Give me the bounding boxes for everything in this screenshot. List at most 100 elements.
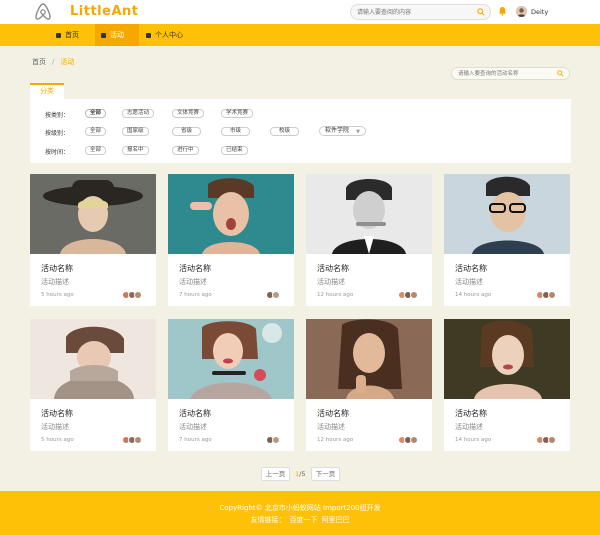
- search-icon[interactable]: [477, 8, 485, 16]
- card-timestamp: 12 hours ago: [317, 437, 354, 443]
- activity-photo[interactable]: [168, 174, 294, 254]
- activity-card[interactable]: 活动名称 活动描述 12 hours ago: [306, 174, 432, 306]
- footer: CopyRight© 北京市小蚂蚁网站 Import200组开发 友情链接： 百度…: [0, 491, 600, 535]
- activity-photo[interactable]: [444, 174, 570, 254]
- breadcrumb-home[interactable]: 首页: [32, 58, 46, 66]
- card-description: 活动描述: [41, 278, 69, 286]
- avatar: [410, 291, 418, 299]
- participant-avatars[interactable]: [260, 291, 286, 300]
- activity-photo[interactable]: [444, 319, 570, 399]
- filter-chip-level-all[interactable]: 全部: [85, 127, 107, 136]
- card-description: 活动描述: [317, 278, 345, 286]
- activity-search-input[interactable]: [458, 69, 553, 79]
- filter-chip-ended[interactable]: 已结束: [221, 146, 248, 155]
- participant-avatars[interactable]: [260, 436, 286, 445]
- activity-card[interactable]: 活动名称 活动描述 14 hours ago: [444, 174, 570, 306]
- card-timestamp: 12 hours ago: [317, 292, 354, 298]
- nav-item-personal-center[interactable]: 个人中心: [140, 24, 200, 46]
- filter-chip-ongoing[interactable]: 进行中: [172, 146, 199, 155]
- filter-chip-school[interactable]: 校级: [270, 127, 300, 136]
- card-title[interactable]: 活动名称: [317, 408, 349, 419]
- activity-card[interactable]: 活动名称 活动描述 5 hours ago: [30, 319, 156, 451]
- nav-item-label: 活动: [110, 31, 124, 39]
- next-page-button[interactable]: 下一页: [311, 467, 340, 481]
- breadcrumb-separator: /: [52, 58, 55, 66]
- activity-photo[interactable]: [306, 319, 432, 399]
- prev-page-button[interactable]: 上一页: [261, 467, 290, 481]
- avatar: [272, 291, 280, 299]
- filter-chip-sports[interactable]: 文体竞赛: [172, 109, 205, 118]
- card-title[interactable]: 活动名称: [179, 408, 211, 419]
- activity-card[interactable]: 活动名称 活动描述 14 hours ago: [444, 319, 570, 451]
- activity-card[interactable]: 活动名称 活动描述 5 hours ago: [30, 174, 156, 306]
- tab-category[interactable]: 分类: [30, 83, 64, 99]
- main-nav: 首页 活动 个人中心: [0, 24, 600, 46]
- breadcrumb-current: 活动: [60, 58, 75, 66]
- filter-chip-volunteer[interactable]: 志愿活动: [122, 109, 155, 118]
- activity-icon: [101, 32, 106, 38]
- card-description: 活动描述: [317, 423, 345, 431]
- card-title[interactable]: 活动名称: [455, 408, 487, 419]
- filter-label-category: 按类别：: [45, 112, 70, 119]
- nav-item-label: 个人中心: [155, 31, 183, 39]
- college-select-value: 软件学院: [325, 127, 350, 134]
- participant-avatars[interactable]: [122, 291, 148, 300]
- search-icon[interactable]: [557, 70, 564, 77]
- card-description: 活动描述: [179, 278, 207, 286]
- card-title[interactable]: 活动名称: [41, 408, 73, 419]
- activity-card[interactable]: 活动名称 活动描述 12 hours ago: [306, 319, 432, 451]
- friend-link-alibaba[interactable]: 阿里巴巴: [322, 516, 350, 524]
- avatar: [272, 436, 280, 444]
- card-title[interactable]: 活动名称: [455, 263, 487, 274]
- card-timestamp: 14 hours ago: [455, 437, 492, 443]
- activity-photo[interactable]: [30, 319, 156, 399]
- avatar: [410, 436, 418, 444]
- activity-photo[interactable]: [30, 174, 156, 254]
- filter-chip-academic[interactable]: 学术竞赛: [221, 109, 254, 118]
- filter-chip-provincial[interactable]: 省级: [172, 127, 202, 136]
- card-timestamp: 7 hours ago: [179, 437, 212, 443]
- filter-chip-city[interactable]: 市级: [221, 127, 251, 136]
- chevron-down-icon: ▼: [356, 129, 361, 135]
- breadcrumb: 首页 / 活动: [32, 57, 74, 67]
- filter-chip-registering[interactable]: 报名中: [122, 146, 149, 155]
- participant-avatars[interactable]: [398, 436, 424, 445]
- card-title[interactable]: 活动名称: [41, 263, 73, 274]
- activity-photo[interactable]: [168, 319, 294, 399]
- filter-chip-national[interactable]: 国家级: [122, 127, 149, 136]
- participant-avatars[interactable]: [122, 436, 148, 445]
- card-title[interactable]: 活动名称: [317, 263, 349, 274]
- brand-name[interactable]: LittleAnt: [70, 4, 138, 19]
- card-description: 活动描述: [41, 423, 69, 431]
- global-search-input[interactable]: [357, 7, 475, 18]
- copyright-text: CopyRight© 北京市小蚂蚁网站 Import200组开发: [219, 504, 381, 512]
- participant-avatars[interactable]: [536, 436, 562, 445]
- top-header: LittleAnt Deity: [0, 0, 600, 24]
- card-timestamp: 5 hours ago: [41, 292, 74, 298]
- card-description: 活动描述: [455, 423, 483, 431]
- user-icon: [146, 32, 151, 38]
- page-indicator: 1/5: [295, 470, 305, 478]
- activity-card[interactable]: 活动名称 活动描述 7 hours ago: [168, 319, 294, 451]
- filter-label-time: 按时间：: [45, 149, 70, 156]
- user-avatar[interactable]: [516, 6, 527, 17]
- bell-icon[interactable]: [498, 6, 507, 16]
- filter-panel: 按类别： 全部 志愿活动 文体竞赛 学术竞赛 按级别： 全部 国家级 省级 市级…: [30, 99, 571, 163]
- card-title[interactable]: 活动名称: [179, 263, 211, 274]
- logo-icon[interactable]: [33, 2, 53, 22]
- activity-card[interactable]: 活动名称 活动描述 7 hours ago: [168, 174, 294, 306]
- friend-link-baidu[interactable]: 百度一下: [290, 516, 318, 524]
- filter-label-level: 按级别：: [45, 130, 70, 137]
- participant-avatars[interactable]: [398, 291, 424, 300]
- home-icon: [56, 32, 61, 38]
- nav-item-home[interactable]: 首页: [50, 24, 94, 46]
- participant-avatars[interactable]: [536, 291, 562, 300]
- college-select[interactable]: 软件学院 ▼: [319, 126, 367, 136]
- global-search: [350, 4, 491, 20]
- filter-chip-time-all[interactable]: 全部: [85, 146, 107, 155]
- filter-chip-category-all[interactable]: 全部: [85, 109, 107, 118]
- user-name[interactable]: Deity: [531, 8, 548, 16]
- activity-photo[interactable]: [306, 174, 432, 254]
- nav-item-activity[interactable]: 活动: [95, 24, 139, 46]
- friend-links: 友情链接： 百度一下 阿里巴巴: [0, 515, 600, 525]
